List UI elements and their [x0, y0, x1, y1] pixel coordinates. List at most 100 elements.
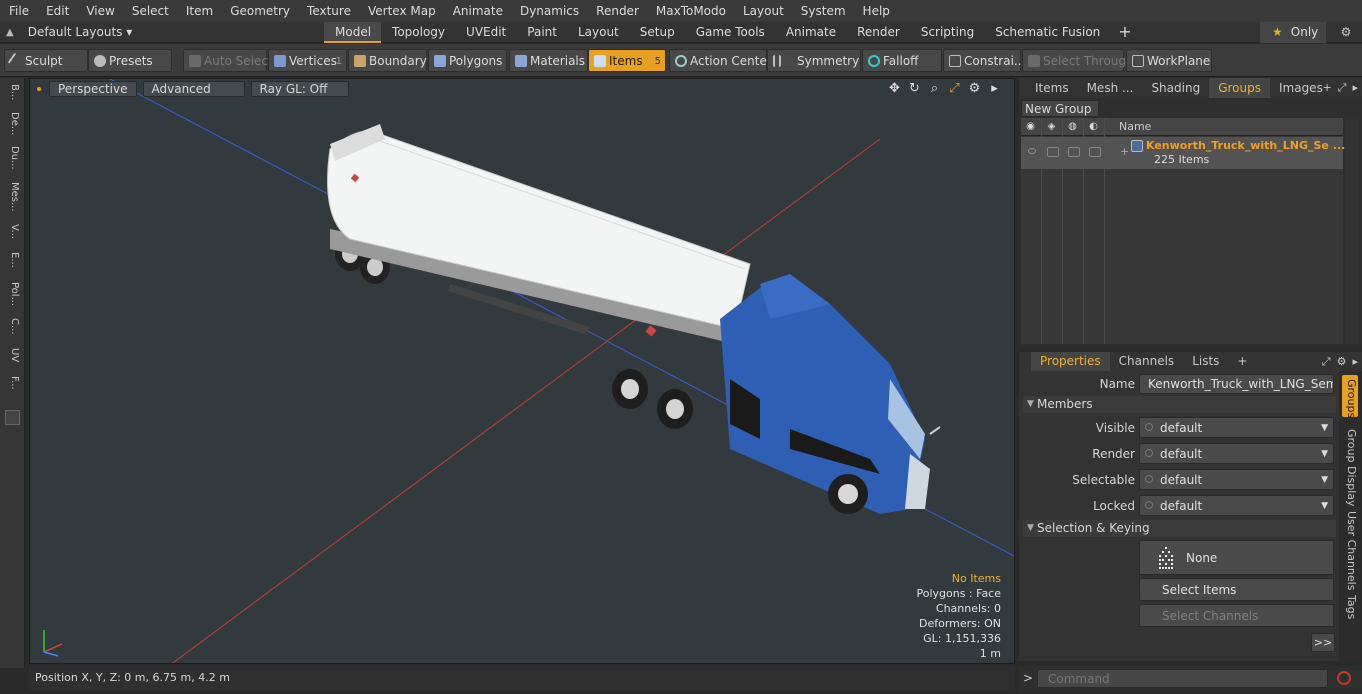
menu-item[interactable]: Item — [177, 0, 221, 22]
menu-geometry[interactable]: Geometry — [221, 0, 298, 22]
menu-edit[interactable]: Edit — [37, 0, 77, 22]
tab-properties[interactable]: Properties — [1031, 352, 1110, 371]
group-row[interactable]: + Kenworth_Truck_with_LNG_Se ... 225 Ite… — [1021, 137, 1345, 169]
strip-tab-basic[interactable]: B... — [4, 84, 20, 108]
selectable-dropdown[interactable]: default ▼ — [1139, 469, 1334, 490]
menu-file[interactable]: File — [0, 0, 37, 22]
tab-layout[interactable]: Layout — [567, 22, 629, 43]
vtab-user-channels[interactable]: User Channels — [1342, 511, 1358, 590]
tab-uvedit[interactable]: UVEdit — [455, 22, 516, 43]
command-input[interactable] — [1037, 669, 1328, 688]
selection-keying-section[interactable]: ▼ Selection & Keying — [1023, 520, 1336, 537]
presets-button[interactable]: Presets — [88, 49, 172, 72]
select-toggle[interactable] — [1089, 147, 1101, 157]
tab-topology[interactable]: Topology — [381, 22, 455, 43]
auto-select-button[interactable]: Auto Select — [183, 49, 273, 72]
3d-viewport[interactable]: Perspective Advanced Ray GL: Off ✥ ↻ ⌕ ⤢… — [29, 78, 1015, 664]
record-icon[interactable] — [1337, 671, 1351, 685]
tab-shading[interactable]: Shading — [1142, 78, 1209, 98]
more-button[interactable]: >> — [1311, 633, 1335, 652]
menu-help[interactable]: Help — [854, 0, 898, 22]
visibility-header-icon[interactable]: ◉ — [1025, 121, 1036, 132]
name-field[interactable]: Kenworth_Truck_with_LNG_Semi_Trail — [1139, 374, 1334, 394]
strip-tab-duplicate[interactable]: Du... — [4, 146, 20, 176]
constraints-button[interactable]: Constrai... — [943, 49, 1025, 72]
gear-icon[interactable]: ⚙ — [1336, 22, 1356, 43]
viewport-dot-icon[interactable] — [37, 87, 41, 91]
raygl-dropdown[interactable]: Ray GL: Off — [250, 81, 349, 97]
maximize-icon[interactable]: ⤢ — [947, 81, 962, 96]
lock-header-icon[interactable]: ◍ — [1067, 121, 1078, 132]
polygons-button[interactable]: Polygons — [428, 49, 507, 72]
select-header-icon[interactable]: ◐ — [1088, 121, 1099, 132]
action-center-button[interactable]: Action Center — [669, 49, 772, 72]
name-column-header[interactable]: Name — [1119, 120, 1151, 133]
strip-tab-curve[interactable]: C... — [4, 318, 20, 342]
tab-scripting[interactable]: Scripting — [910, 22, 984, 43]
vtab-group-display[interactable]: Group Display — [1342, 429, 1358, 507]
visible-dropdown[interactable]: default ▼ — [1139, 417, 1334, 438]
menu-view[interactable]: View — [77, 0, 122, 22]
panel-arrow-icon[interactable]: ▸ — [1352, 78, 1358, 98]
add-panel-icon[interactable]: + — [1322, 78, 1331, 98]
select-items-button[interactable]: Select Items — [1139, 578, 1334, 601]
render-header-icon[interactable]: ◈ — [1046, 121, 1057, 132]
layouts-dropdown[interactable]: ▲ Default Layouts ▾ — [0, 22, 160, 43]
expand-plus-icon[interactable]: + — [1120, 145, 1129, 158]
select-through-button[interactable]: Select Through — [1022, 49, 1134, 72]
materials-button[interactable]: Materials — [509, 49, 588, 72]
viewport-gear-icon[interactable]: ⚙ — [967, 81, 982, 96]
tab-lists[interactable]: Lists — [1183, 352, 1228, 371]
render-toggle[interactable] — [1047, 147, 1059, 157]
vtab-tags[interactable]: Tags — [1342, 595, 1358, 623]
properties-arrow-icon[interactable]: ▸ — [1352, 352, 1358, 371]
menu-render[interactable]: Render — [587, 0, 647, 22]
boundary-button[interactable]: Boundary — [348, 49, 427, 72]
select-channels-button[interactable]: Select Channels — [1139, 604, 1334, 627]
add-prop-tab-button[interactable]: + — [1228, 352, 1256, 371]
perspective-dropdown[interactable]: Perspective — [49, 81, 137, 97]
items-button[interactable]: Items 5 — [588, 49, 666, 72]
strip-tab-polygon[interactable]: Pol... — [4, 282, 20, 314]
menu-system[interactable]: System — [792, 0, 854, 22]
new-group-button[interactable]: New Group — [1021, 100, 1099, 117]
expand-panel-icon[interactable]: ⤢ — [1338, 78, 1347, 98]
symmetry-button[interactable]: Symmetry — [767, 49, 861, 72]
tab-items[interactable]: Items — [1019, 78, 1078, 98]
add-tab-button[interactable]: + — [1110, 22, 1139, 43]
vtab-groups[interactable]: Groups — [1342, 375, 1358, 418]
eye-icon[interactable] — [1028, 148, 1036, 154]
falloff-button[interactable]: Falloff — [862, 49, 942, 72]
tab-setup[interactable]: Setup — [629, 22, 685, 43]
advanced-dropdown[interactable]: Advanced — [142, 81, 245, 97]
lock-toggle[interactable] — [1068, 147, 1080, 157]
rotate-view-icon[interactable]: ↻ — [907, 81, 922, 96]
zoom-icon[interactable]: ⌕ — [927, 81, 942, 96]
locked-dropdown[interactable]: default ▼ — [1139, 495, 1334, 516]
tab-paint[interactable]: Paint — [516, 22, 567, 43]
menu-maxtomodo[interactable]: MaxToModo — [647, 0, 734, 22]
render-dropdown[interactable]: default ▼ — [1139, 443, 1334, 464]
tab-game-tools[interactable]: Game Tools — [685, 22, 775, 43]
move-view-icon[interactable]: ✥ — [887, 81, 902, 96]
strip-tab-deform[interactable]: De... — [4, 112, 20, 142]
vertices-button[interactable]: Vertices 1 — [268, 49, 347, 72]
menu-texture[interactable]: Texture — [298, 0, 359, 22]
expand-arrow-icon[interactable]: ▸ — [987, 81, 1002, 96]
menu-dynamics[interactable]: Dynamics — [511, 0, 587, 22]
tab-groups[interactable]: Groups — [1209, 78, 1270, 98]
strip-tab-fusion[interactable]: F... — [4, 376, 20, 398]
only-toggle[interactable]: ★ Only — [1260, 22, 1326, 43]
members-section[interactable]: ▼ Members — [1023, 396, 1336, 413]
menu-layout[interactable]: Layout — [734, 0, 792, 22]
sculpt-button[interactable]: Sculpt — [4, 49, 88, 72]
properties-gear-icon[interactable]: ⚙ — [1337, 352, 1347, 371]
tab-model[interactable]: Model — [324, 22, 382, 43]
none-button[interactable]: None — [1139, 540, 1334, 575]
strip-tab-edge[interactable]: E... — [4, 252, 20, 274]
tab-animate[interactable]: Animate — [775, 22, 846, 43]
menu-animate[interactable]: Animate — [444, 0, 511, 22]
strip-tab-vertex[interactable]: V... — [4, 224, 20, 246]
tab-channels[interactable]: Channels — [1110, 352, 1184, 371]
tab-render[interactable]: Render — [846, 22, 910, 43]
